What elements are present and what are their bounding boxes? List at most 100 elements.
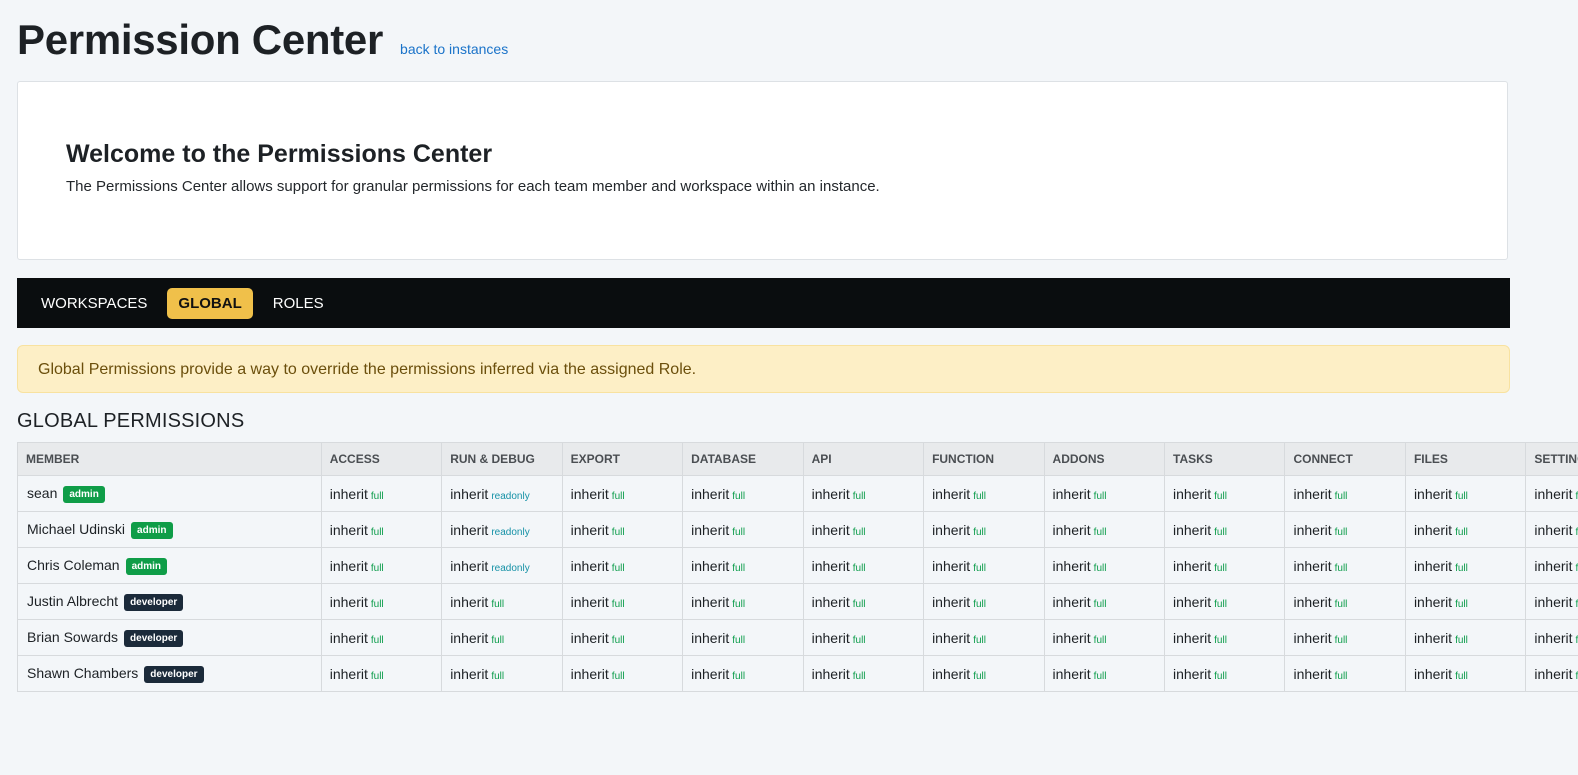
permission-cell[interactable]: inherit readonly (441, 511, 563, 548)
permission-cell[interactable]: inheritfull (1405, 583, 1527, 620)
permission-cell[interactable]: inheritfull (562, 511, 684, 548)
permission-value: inherit (932, 629, 971, 646)
permissions-table-container[interactable]: MEMBER ACCESS RUN & DEBUG EXPORT DATABASE API… (17, 442, 1578, 692)
permission-cell[interactable]: inheritfull (1044, 655, 1166, 692)
permission-cell[interactable]: inheritfull (321, 547, 443, 584)
tab-workspaces[interactable]: WORKSPACES (30, 288, 158, 319)
permission-cell[interactable]: inheritfull (1284, 511, 1406, 548)
permission-cell[interactable]: inheritfull (1525, 475, 1578, 512)
permission-cell[interactable]: inheritfull (1284, 547, 1406, 584)
permission-cell[interactable]: inheritfull (1284, 655, 1406, 692)
permission-cell[interactable]: inheritfull (562, 619, 684, 656)
permission-level: readonly (491, 490, 530, 502)
permission-cell[interactable]: inheritfull (923, 511, 1045, 548)
permission-cell[interactable]: inheritfull (1525, 655, 1578, 692)
permission-cell[interactable]: inherit readonly (441, 547, 563, 584)
permission-level: full (491, 598, 505, 610)
permission-cell[interactable]: inherit readonly (441, 475, 563, 512)
permission-level: full (1455, 634, 1468, 646)
permission-cell[interactable]: inheritfull (1405, 655, 1527, 692)
table-header-row: MEMBER ACCESS RUN & DEBUG EXPORT DATABASE API… (17, 442, 1578, 476)
permission-value: inherit (932, 665, 971, 682)
permission-value: inherit (1052, 629, 1091, 646)
permission-level: full (1093, 598, 1107, 610)
permission-cell[interactable]: inheritfull (562, 547, 684, 584)
permission-cell[interactable]: inheritfull (1044, 475, 1166, 512)
permission-cell[interactable]: inheritfull (1164, 655, 1286, 692)
permission-cell[interactable]: inheritfull (321, 619, 443, 656)
permission-value: inherit (1413, 665, 1453, 682)
member-cell: Michael Udinski admin (17, 511, 322, 548)
permission-cell[interactable]: inheritfull (923, 619, 1045, 656)
permission-cell[interactable]: inheritfull (1405, 511, 1527, 548)
permission-cell[interactable]: inheritfull (1405, 475, 1527, 512)
permission-value: inherit (811, 485, 850, 502)
permission-cell[interactable]: inheritfull (803, 655, 925, 692)
permission-cell[interactable]: inheritfull (441, 655, 563, 692)
permission-cell[interactable]: inheritfull (321, 511, 443, 548)
tab-roles[interactable]: ROLES (262, 288, 335, 319)
permission-cell[interactable]: inheritfull (321, 655, 443, 692)
permission-cell[interactable]: inheritfull (321, 583, 443, 620)
permission-value: inherit (570, 665, 609, 682)
permission-level: full (1214, 490, 1227, 502)
permission-cell[interactable]: inheritfull (441, 583, 563, 620)
permission-cell[interactable]: inheritfull (1164, 547, 1286, 584)
permission-cell[interactable]: inheritfull (1164, 619, 1286, 656)
permission-cell[interactable]: inheritfull (1525, 511, 1578, 548)
permission-cell[interactable]: inheritfull (682, 619, 804, 656)
permission-cell[interactable]: inheritfull (923, 655, 1045, 692)
permission-level: full (1334, 490, 1348, 502)
permission-cell[interactable]: inheritfull (1405, 619, 1527, 656)
permission-level: full (1455, 598, 1468, 610)
permission-cell[interactable]: inheritfull (321, 475, 443, 512)
permission-cell[interactable]: inheritfull (803, 619, 925, 656)
permission-cell[interactable]: inheritfull (682, 511, 804, 548)
permission-cell[interactable]: inheritfull (1405, 547, 1527, 584)
role-badge: developer (124, 593, 184, 611)
permission-level: full (1455, 670, 1468, 682)
permission-level: full (370, 526, 384, 538)
permission-cell[interactable]: inheritfull (803, 475, 925, 512)
permission-cell[interactable]: inheritfull (803, 511, 925, 548)
permission-cell[interactable]: inheritfull (562, 583, 684, 620)
permission-value: inherit (450, 485, 489, 502)
permission-cell[interactable]: inheritfull (923, 475, 1045, 512)
permission-cell[interactable]: inheritfull (1525, 547, 1578, 584)
back-to-instances-link[interactable]: back to instances (400, 41, 508, 57)
permission-cell[interactable]: inheritfull (803, 583, 925, 620)
tab-global[interactable]: GLOBAL (167, 287, 253, 319)
permission-cell[interactable]: inheritfull (562, 655, 684, 692)
permission-cell[interactable]: inheritfull (803, 547, 925, 584)
permission-cell[interactable]: inheritfull (1284, 619, 1406, 656)
permission-cell[interactable]: inheritfull (1525, 583, 1578, 620)
permission-cell[interactable]: inheritfull (682, 475, 804, 512)
permission-cell[interactable]: inheritfull (1284, 583, 1406, 620)
permission-cell[interactable]: inheritfull (923, 583, 1045, 620)
permission-cell[interactable]: inheritfull (562, 475, 684, 512)
permission-cell[interactable]: inheritfull (441, 619, 563, 656)
page-header: Permission Center back to instances (17, 14, 508, 66)
permission-cell[interactable]: inheritfull (1044, 619, 1166, 656)
permission-cell[interactable]: inheritfull (1044, 583, 1166, 620)
member-name: sean (27, 484, 58, 501)
permission-cell[interactable]: inheritfull (682, 547, 804, 584)
permission-cell[interactable]: inheritfull (682, 583, 804, 620)
permission-level: full (1214, 526, 1227, 538)
permission-cell[interactable]: inheritfull (1164, 475, 1286, 512)
permission-cell[interactable]: inheritfull (1525, 619, 1578, 656)
column-header: TASKS (1163, 442, 1286, 476)
permission-level: full (1334, 598, 1348, 610)
permission-cell[interactable]: inheritfull (1164, 583, 1286, 620)
permission-cell[interactable]: inheritfull (1284, 475, 1406, 512)
permission-cell[interactable]: inheritfull (1044, 511, 1166, 548)
permission-level: full (370, 634, 384, 646)
permission-cell[interactable]: inheritfull (923, 547, 1045, 584)
permission-value: inherit (329, 485, 368, 502)
permissions-table: MEMBER ACCESS RUN & DEBUG EXPORT DATABASE API… (17, 442, 1578, 692)
permission-level: full (1334, 634, 1348, 646)
permission-cell[interactable]: inheritfull (1164, 511, 1286, 548)
permission-cell[interactable]: inheritfull (682, 655, 804, 692)
permission-value: inherit (570, 629, 609, 646)
permission-cell[interactable]: inheritfull (1044, 547, 1166, 584)
